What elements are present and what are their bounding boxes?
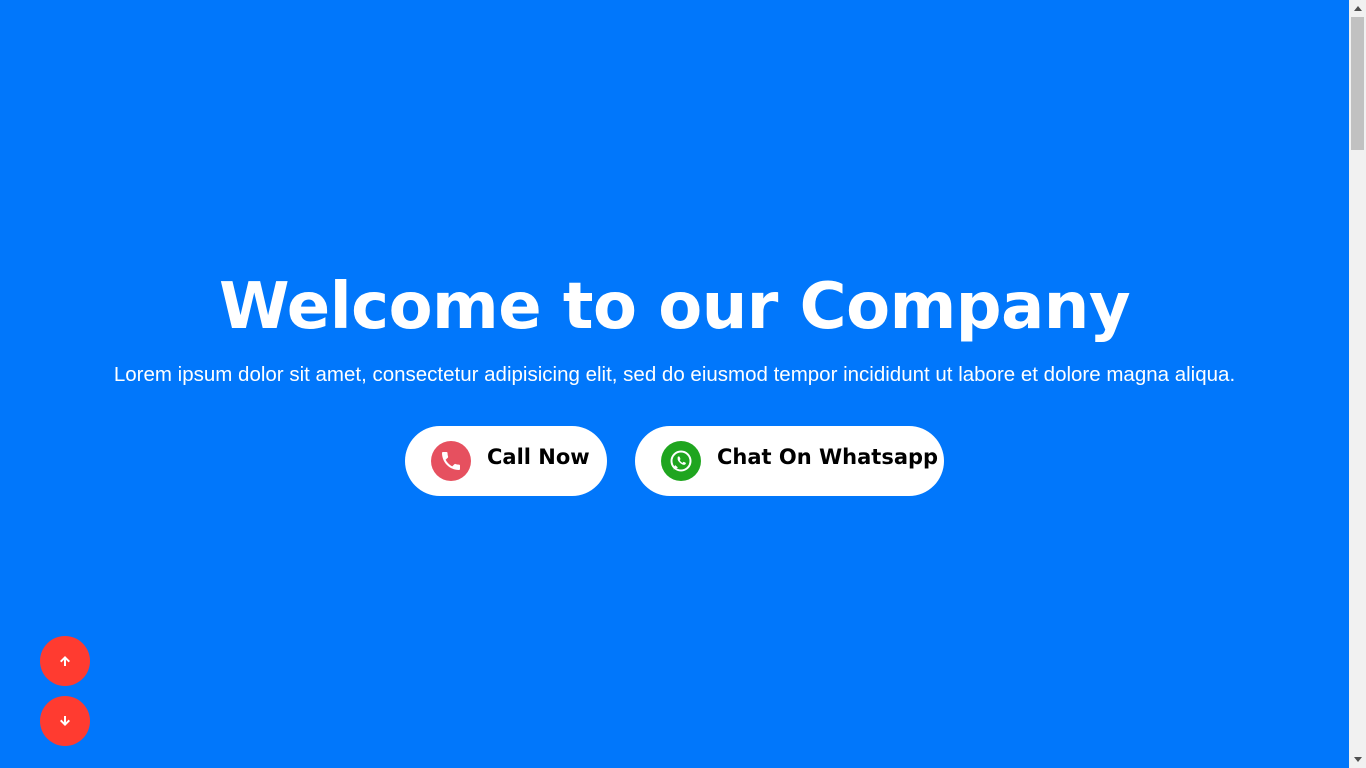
call-now-button[interactable]: Call Now <box>405 426 607 496</box>
call-now-label: Call Now <box>487 445 590 469</box>
scroll-up-button[interactable] <box>40 636 90 686</box>
hero-title: Welcome to our Company <box>218 270 1131 344</box>
scrollbar-down-arrow[interactable] <box>1349 751 1366 768</box>
scrollbar-up-arrow[interactable] <box>1349 0 1366 17</box>
landing-page: Welcome to our Company Lorem ipsum dolor… <box>0 0 1366 768</box>
phone-icon <box>431 441 471 481</box>
hero-section: Welcome to our Company Lorem ipsum dolor… <box>0 0 1349 768</box>
chat-on-whatsapp-label: Chat On Whatsapp <box>717 445 939 469</box>
arrow-down-icon <box>58 714 72 728</box>
whatsapp-icon <box>661 441 701 481</box>
scroll-down-button[interactable] <box>40 696 90 746</box>
chat-on-whatsapp-button[interactable]: Chat On Whatsapp <box>635 426 944 496</box>
vertical-scrollbar[interactable] <box>1349 0 1366 768</box>
hero-subtitle: Lorem ipsum dolor sit amet, consectetur … <box>113 363 1236 386</box>
scrollbar-thumb[interactable] <box>1351 17 1364 150</box>
arrow-up-icon <box>58 654 72 668</box>
